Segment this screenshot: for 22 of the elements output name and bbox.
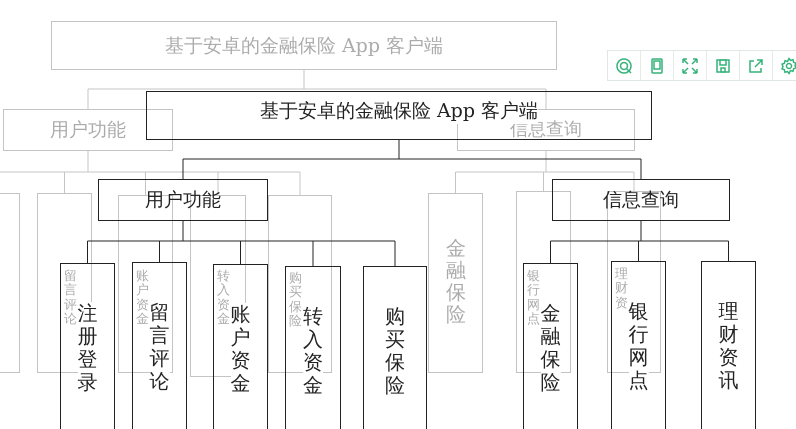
leaf-label: 留言评论 (150, 301, 170, 393)
branch-node: 用户功能 (98, 179, 268, 221)
leaf-label: 购买保险 (385, 305, 405, 397)
leaf-label: 账户资金 (136, 270, 149, 328)
leaf-label: 留言评论 (64, 270, 77, 328)
root-node: 基于安卓的金融保险 App 客户端 (51, 21, 557, 70)
leaf-label: 金融保险 (540, 302, 560, 394)
search-icon (615, 56, 633, 74)
leaf-label: 银行网点 (628, 300, 648, 392)
leaf-label: 转入资金 (217, 270, 230, 328)
leaf-label: 购买保险 (289, 272, 302, 330)
leaf-label: 理财资讯 (718, 300, 738, 392)
branch-node: 信息查询 (552, 179, 730, 221)
leaf-label: 银行网点 (527, 270, 540, 328)
branch-node: 用户功能 (3, 109, 173, 151)
expand-icon (681, 56, 699, 74)
settings-icon (780, 56, 796, 74)
leaf-label: 理财资 (615, 268, 628, 311)
share-icon (747, 56, 765, 74)
leaf-label: 注册登录 (78, 302, 98, 394)
save-icon (714, 56, 732, 74)
leaf-label: 金融保险 (446, 237, 466, 325)
